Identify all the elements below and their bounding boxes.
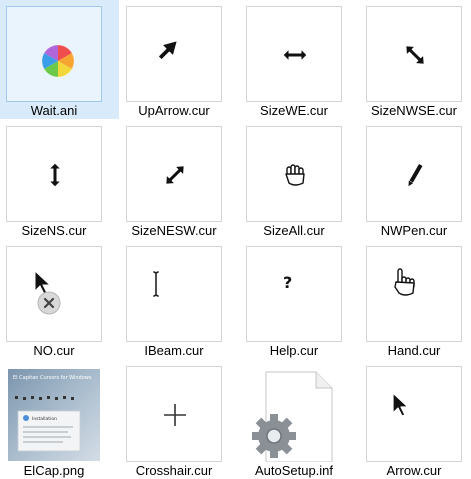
help-cursor-icon: ? bbox=[283, 273, 292, 292]
file-thumbnail bbox=[126, 126, 222, 222]
file-name: SizeNS.cur bbox=[21, 223, 87, 238]
file-name: SizeWE.cur bbox=[260, 103, 328, 118]
file-item-ibeam[interactable]: IBeam.cur bbox=[120, 240, 239, 359]
file-name: SizeNESW.cur bbox=[131, 223, 217, 238]
file-item-sizewe[interactable]: SizeWE.cur bbox=[240, 0, 359, 119]
pen-cursor-icon bbox=[408, 162, 424, 187]
image-thumbnail-icon: El Capitan Cursors for Windows Installat… bbox=[8, 369, 100, 461]
wait-spinner-icon bbox=[41, 44, 75, 78]
file-item-wait[interactable]: Wait.ani bbox=[0, 0, 119, 119]
file-thumbnail bbox=[246, 126, 342, 222]
svg-text:?: ? bbox=[283, 273, 292, 292]
file-name: SizeNWSE.cur bbox=[371, 103, 457, 118]
file-thumbnail bbox=[366, 126, 462, 222]
file-item-uparrow[interactable]: UpArrow.cur bbox=[120, 0, 239, 119]
file-name: IBeam.cur bbox=[144, 343, 204, 358]
crosshair-cursor-icon bbox=[164, 404, 186, 426]
file-thumbnail bbox=[366, 366, 462, 462]
file-thumbnail bbox=[366, 246, 462, 342]
file-name: Help.cur bbox=[269, 343, 319, 358]
file-thumbnail bbox=[6, 6, 102, 102]
size-we-cursor-icon bbox=[282, 48, 308, 62]
file-name: NO.cur bbox=[33, 343, 75, 358]
svg-text:Installation: Installation bbox=[32, 416, 57, 422]
file-thumbnail bbox=[6, 246, 102, 342]
file-thumbnail bbox=[246, 6, 342, 102]
file-item-sizens[interactable]: SizeNS.cur bbox=[0, 120, 119, 239]
size-nwse-cursor-icon bbox=[405, 45, 425, 65]
file-thumbnail bbox=[246, 366, 342, 462]
file-item-sizenesw[interactable]: SizeNESW.cur bbox=[120, 120, 239, 239]
file-thumbnail bbox=[6, 126, 102, 222]
file-item-elcap[interactable]: El Capitan Cursors for Windows Installat… bbox=[0, 360, 119, 479]
size-all-hand-cursor-icon bbox=[285, 164, 305, 186]
file-thumbnail bbox=[126, 246, 222, 342]
file-grid: Wait.ani UpArrow.cur SizeWE.cur SizeNWSE… bbox=[0, 0, 471, 479]
file-item-hand[interactable]: Hand.cur bbox=[360, 240, 471, 359]
svg-text:El Capitan Cursors for Windows: El Capitan Cursors for Windows bbox=[13, 375, 92, 381]
file-thumbnail bbox=[366, 6, 462, 102]
file-item-arrow[interactable]: Arrow.cur bbox=[360, 360, 471, 479]
size-nesw-cursor-icon bbox=[165, 165, 185, 185]
arrow-cursor-icon bbox=[392, 392, 409, 417]
file-item-help[interactable]: ? Help.cur bbox=[240, 240, 359, 359]
file-item-sizeall[interactable]: SizeAll.cur bbox=[240, 120, 359, 239]
file-item-nwpen[interactable]: NWPen.cur bbox=[360, 120, 471, 239]
file-item-sizenwse[interactable]: SizeNWSE.cur bbox=[360, 0, 471, 119]
file-name: Wait.ani bbox=[30, 103, 78, 118]
file-name: SizeAll.cur bbox=[263, 223, 325, 238]
file-thumbnail: ? bbox=[246, 246, 342, 342]
no-cursor-icon bbox=[34, 269, 61, 315]
settings-file-icon bbox=[252, 371, 333, 462]
file-item-crosshair[interactable]: Crosshair.cur bbox=[120, 360, 239, 479]
file-name: NWPen.cur bbox=[380, 223, 448, 238]
file-name: AutoSetup.inf bbox=[254, 463, 334, 478]
file-name: Hand.cur bbox=[387, 343, 441, 358]
size-ns-cursor-icon bbox=[48, 162, 62, 188]
file-thumbnail bbox=[126, 6, 222, 102]
file-item-no[interactable]: NO.cur bbox=[0, 240, 119, 359]
up-arrow-cursor-icon bbox=[157, 39, 179, 61]
file-name: Arrow.cur bbox=[386, 463, 442, 478]
file-item-autosetup[interactable]: AutoSetup.inf bbox=[240, 360, 359, 479]
file-name: UpArrow.cur bbox=[138, 103, 210, 118]
file-name: ElCap.png bbox=[23, 463, 85, 478]
hand-cursor-icon bbox=[394, 268, 415, 296]
file-name: Crosshair.cur bbox=[135, 463, 213, 478]
ibeam-cursor-icon bbox=[153, 271, 159, 297]
file-thumbnail: El Capitan Cursors for Windows Installat… bbox=[6, 366, 102, 462]
file-thumbnail bbox=[126, 366, 222, 462]
